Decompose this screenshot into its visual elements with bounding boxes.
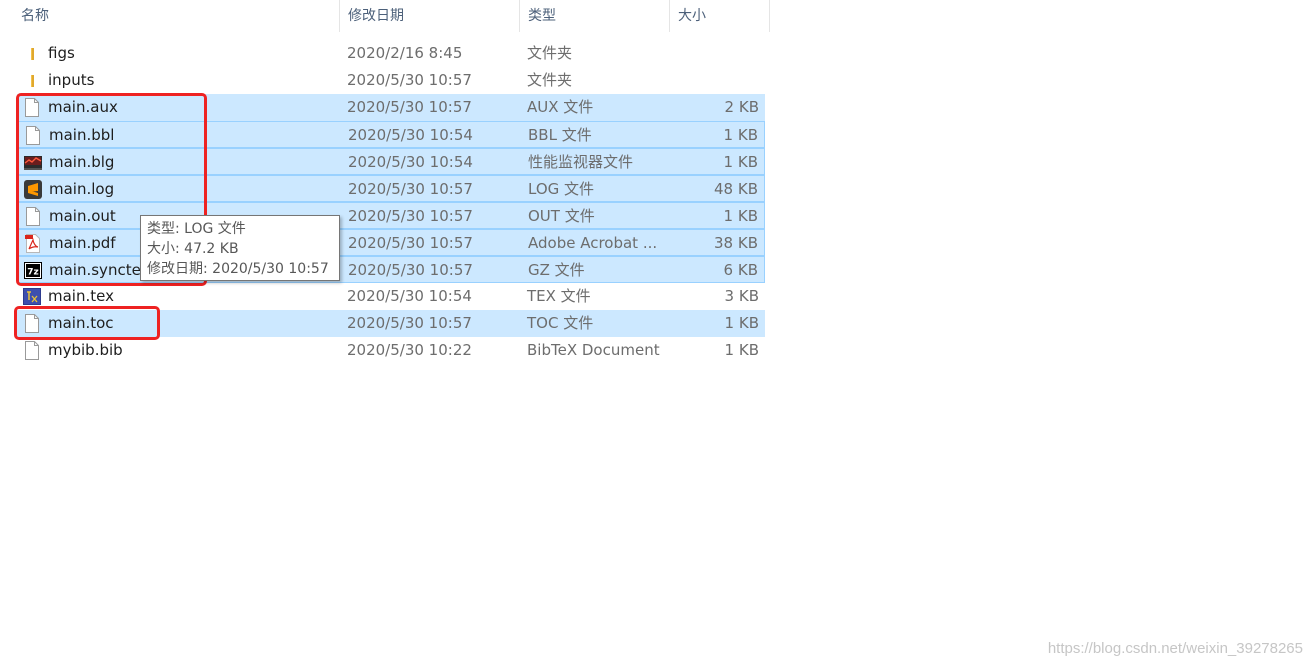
file-size: 2 KB xyxy=(724,98,759,116)
pdf-file-icon xyxy=(25,234,40,253)
file-row-main-synctex[interactable]: 7z main.synctex 2020/5/30 10:57 GZ 文件 6 … xyxy=(17,256,765,283)
column-header-type[interactable]: 类型 xyxy=(520,0,670,32)
file-type: BBL 文件 xyxy=(528,126,592,144)
file-date: 2020/5/30 10:54 xyxy=(347,287,472,305)
file-row-main-aux[interactable]: main.aux 2020/5/30 10:57 AUX 文件 2 KB xyxy=(17,94,765,121)
tex-file-icon xyxy=(23,288,41,305)
file-row-inputs[interactable]: inputs 2020/5/30 10:57 文件夹 xyxy=(17,67,765,94)
tooltip-type: 类型: LOG 文件 xyxy=(147,221,246,237)
file-name: figs xyxy=(48,44,75,62)
file-date: 2020/2/16 8:45 xyxy=(347,44,463,62)
file-size: 1 KB xyxy=(723,126,758,144)
folder-icon xyxy=(31,75,34,87)
file-name: main.tex xyxy=(48,287,114,305)
file-type: TEX 文件 xyxy=(527,287,591,305)
file-name: inputs xyxy=(48,71,95,89)
file-date: 2020/5/30 10:57 xyxy=(348,234,473,252)
file-type: 文件夹 xyxy=(527,44,573,62)
file-name: main.log xyxy=(49,180,115,198)
watermark: https://blog.csdn.net/weixin_39278265 xyxy=(1047,640,1303,657)
file-row-main-blg[interactable]: main.blg 2020/5/30 10:54 性能监视器文件 1 KB xyxy=(17,148,765,175)
file-type: 性能监视器文件 xyxy=(528,153,634,171)
file-name: main.toc xyxy=(48,314,114,332)
blank-file-icon xyxy=(26,126,40,145)
blank-file-icon xyxy=(25,314,39,333)
column-header-size[interactable]: 大小 xyxy=(670,0,770,32)
svg-text:7z: 7z xyxy=(27,268,39,278)
file-type: Adobe Acrobat ... xyxy=(528,234,658,252)
file-date: 2020/5/30 10:57 xyxy=(348,180,473,198)
tooltip-modified: 修改日期: 2020/5/30 10:57 xyxy=(147,261,329,277)
file-date: 2020/5/30 10:54 xyxy=(348,153,473,171)
blank-file-icon xyxy=(25,341,39,360)
sort-ascending-icon: ^ xyxy=(185,0,193,7)
file-row-main-bbl[interactable]: main.bbl 2020/5/30 10:54 BBL 文件 1 KB xyxy=(17,121,765,148)
file-type: GZ 文件 xyxy=(528,261,585,279)
file-row-main-pdf[interactable]: main.pdf 2020/5/30 10:57 Adobe Acrobat .… xyxy=(17,229,765,256)
blank-file-icon xyxy=(25,98,39,117)
perfmon-file-icon xyxy=(24,156,42,170)
file-type: BibTeX Document xyxy=(527,341,660,359)
file-type: AUX 文件 xyxy=(527,98,594,116)
file-date: 2020/5/30 10:57 xyxy=(348,207,473,225)
file-date: 2020/5/30 10:54 xyxy=(348,126,473,144)
file-size: 1 KB xyxy=(723,153,758,171)
file-date: 2020/5/30 10:57 xyxy=(347,314,472,332)
file-date: 2020/5/30 10:57 xyxy=(347,98,472,116)
file-type: TOC 文件 xyxy=(527,314,594,332)
file-size: 38 KB xyxy=(714,234,758,252)
file-name: main.aux xyxy=(48,98,118,116)
file-name: main.pdf xyxy=(49,234,116,252)
file-row-figs[interactable]: figs 2020/2/16 8:45 文件夹 xyxy=(17,40,765,67)
file-date: 2020/5/30 10:22 xyxy=(347,341,472,359)
column-header-name[interactable]: 名称 ^ xyxy=(13,0,340,32)
folder-icon xyxy=(31,48,34,60)
file-size: 1 KB xyxy=(723,207,758,225)
file-name: main.synctex xyxy=(49,261,150,279)
file-type: OUT 文件 xyxy=(528,207,595,225)
tooltip-size: 大小: 47.2 KB xyxy=(147,241,239,257)
column-header-date[interactable]: 修改日期 xyxy=(340,0,520,32)
file-row-mybib-bib[interactable]: mybib.bib 2020/5/30 10:22 BibTeX Documen… xyxy=(17,337,765,364)
blank-file-icon xyxy=(26,207,40,226)
column-header: 名称 ^ 修改日期 类型 大小 xyxy=(0,0,770,32)
file-tooltip: 类型: LOG 文件 大小: 47.2 KB 修改日期: 2020/5/30 1… xyxy=(140,215,340,281)
file-row-main-out[interactable]: main.out 2020/5/30 10:57 OUT 文件 1 KB xyxy=(17,202,765,229)
file-size: 1 KB xyxy=(724,341,759,359)
sublime-file-icon xyxy=(24,180,42,199)
file-type: 文件夹 xyxy=(527,71,573,89)
file-name: main.blg xyxy=(49,153,115,171)
file-row-main-log[interactable]: main.log 2020/5/30 10:57 LOG 文件 48 KB xyxy=(17,175,765,202)
file-size: 48 KB xyxy=(714,180,758,198)
file-row-main-tex[interactable]: main.tex 2020/5/30 10:54 TEX 文件 3 KB xyxy=(17,283,765,310)
file-size: 6 KB xyxy=(723,261,758,279)
7zip-file-icon: 7z xyxy=(24,262,42,279)
file-type: LOG 文件 xyxy=(528,180,595,198)
file-name: main.bbl xyxy=(49,126,115,144)
file-size: 3 KB xyxy=(724,287,759,305)
column-header-name-label: 名称 xyxy=(21,8,49,24)
file-date: 2020/5/30 10:57 xyxy=(348,261,473,279)
file-row-main-toc[interactable]: main.toc 2020/5/30 10:57 TOC 文件 1 KB xyxy=(17,310,765,337)
file-name: main.out xyxy=(49,207,116,225)
file-date: 2020/5/30 10:57 xyxy=(347,71,472,89)
file-size: 1 KB xyxy=(724,314,759,332)
file-name: mybib.bib xyxy=(48,341,123,359)
